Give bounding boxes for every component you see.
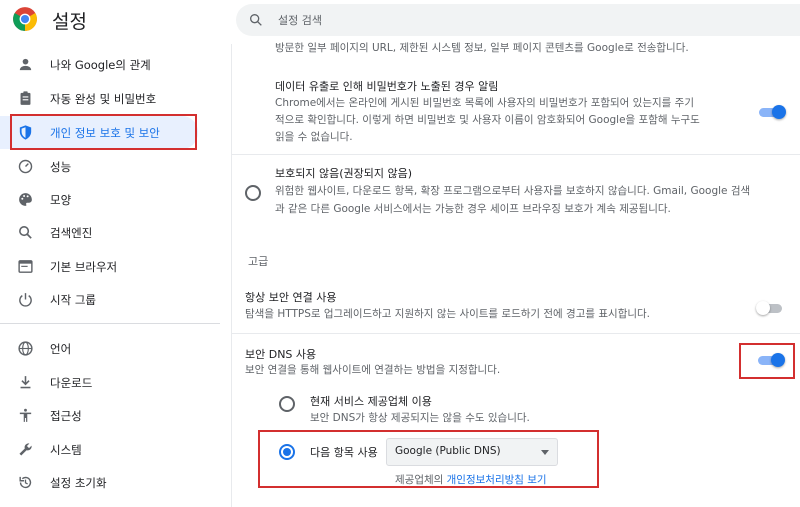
current-provider-title: 현재 서비스 제공업체 이용 <box>310 395 432 408</box>
secure-dns-desc: 보안 연결을 통해 웹사이트에 연결하는 방법을 지정합니다. <box>245 364 501 376</box>
always-secure-desc: 탐색을 HTTPS로 업그레이드하고 지원하지 않는 사이트를 로드하기 전에 … <box>245 308 651 320</box>
sidebar-item-performance[interactable]: 성능 <box>0 150 218 183</box>
sidebar-item-languages[interactable]: 언어 <box>0 332 218 365</box>
sidebar-item-label: 설정 초기화 <box>50 475 107 490</box>
leak-alert-desc-1: Chrome에서는 온라인에 게시된 비밀번호 목록에 사용자의 비밀번호가 포… <box>275 97 694 109</box>
sidebar-item-default-browser[interactable]: 기본 브라우저 <box>0 250 218 283</box>
no-protection-desc-1: 위험한 웹사이트, 다운로드 항목, 확장 프로그램으로부터 사용자를 보호하지… <box>275 185 751 197</box>
page-title: 설정 <box>52 11 87 33</box>
highlight-box-dns-toggle <box>739 343 795 379</box>
secure-dns-title: 보안 DNS 사용 <box>245 348 317 361</box>
advanced-heading: 고급 <box>248 255 269 268</box>
sidebar-divider <box>0 323 220 324</box>
no-protection-desc-2: 과 같은 다른 Google 서비스에서는 가능한 경우 세이프 브라우징 보호… <box>275 203 671 215</box>
sidebar-item-label: 나와 Google의 관계 <box>50 57 151 72</box>
row-divider <box>232 333 800 334</box>
power-icon <box>19 293 32 307</box>
search-icon <box>250 13 262 26</box>
download-icon <box>20 376 31 389</box>
sidebar-item-accessibility[interactable]: 접근성 <box>0 399 218 432</box>
restore-icon <box>19 476 32 489</box>
highlight-box-custom-dns <box>258 430 599 488</box>
no-protection-radio[interactable] <box>245 185 261 201</box>
sidebar-item-label: 성능 <box>50 159 72 174</box>
leak-alert-toggle[interactable] <box>759 105 786 119</box>
sidebar-item-autofill[interactable]: 자동 완성 및 비밀번호 <box>0 82 218 115</box>
sidebar-item-you-and-google[interactable]: 나와 Google의 관계 <box>0 48 218 81</box>
sidebar-item-label: 자동 완성 및 비밀번호 <box>50 91 157 106</box>
current-provider-desc: 보안 DNS가 항상 제공되지는 않을 수도 있습니다. <box>310 412 530 424</box>
wrench-icon <box>19 443 32 456</box>
always-secure-title: 항상 보안 연결 사용 <box>245 291 337 304</box>
no-protection-title: 보호되지 않음(권장되지 않음) <box>275 167 413 180</box>
person-icon <box>19 58 32 71</box>
sidebar-item-label: 모양 <box>50 192 72 207</box>
search-icon <box>19 226 32 239</box>
sidebar-item-label: 시작 그룹 <box>50 292 96 307</box>
current-provider-radio[interactable] <box>279 396 295 412</box>
search-input[interactable] <box>278 10 758 30</box>
sidebar-item-label: 언어 <box>50 341 72 356</box>
sidebar-item-reset-settings[interactable]: 설정 초기화 <box>0 466 218 499</box>
sidebar-item-label: 시스템 <box>50 442 82 457</box>
sidebar-item-label: 접근성 <box>50 408 82 423</box>
speedometer-icon <box>18 159 33 174</box>
chrome-logo-icon <box>13 7 37 31</box>
sidebar-item-label: 기본 브라우저 <box>50 259 118 274</box>
enhanced-protection-desc: 방문한 일부 페이지의 URL, 제한된 시스템 정보, 일부 페이지 콘텐츠를… <box>275 42 689 54</box>
sidebar-item-downloads[interactable]: 다운로드 <box>0 366 218 399</box>
sidebar-item-system[interactable]: 시스템 <box>0 433 218 466</box>
leak-alert-title: 데이터 유출로 인해 비밀번호가 노출된 경우 알림 <box>275 80 499 93</box>
sidebar-item-on-startup[interactable]: 시작 그룹 <box>0 283 218 316</box>
leak-alert-desc-3: 읽을 수 없습니다. <box>275 131 353 143</box>
browser-icon <box>18 260 33 273</box>
always-secure-toggle[interactable] <box>756 301 782 315</box>
clipboard-icon <box>20 91 31 105</box>
palette-icon <box>19 193 32 206</box>
sidebar-item-label: 검색엔진 <box>50 225 93 240</box>
search-box[interactable] <box>236 4 800 36</box>
sidebar-item-label: 다운로드 <box>50 375 93 390</box>
globe-icon <box>18 341 33 356</box>
sidebar-item-appearance[interactable]: 모양 <box>0 183 218 216</box>
highlight-box-privacy <box>10 114 197 150</box>
sidebar-item-search-engine[interactable]: 검색엔진 <box>0 216 218 249</box>
row-divider <box>232 154 800 155</box>
accessibility-icon <box>19 408 32 422</box>
leak-alert-desc-2: 적으로 확인합니다. 이렇게 하면 비밀번호 및 사용자 이름이 암호화되어 G… <box>275 114 700 126</box>
settings-header: 설정 <box>0 0 800 40</box>
